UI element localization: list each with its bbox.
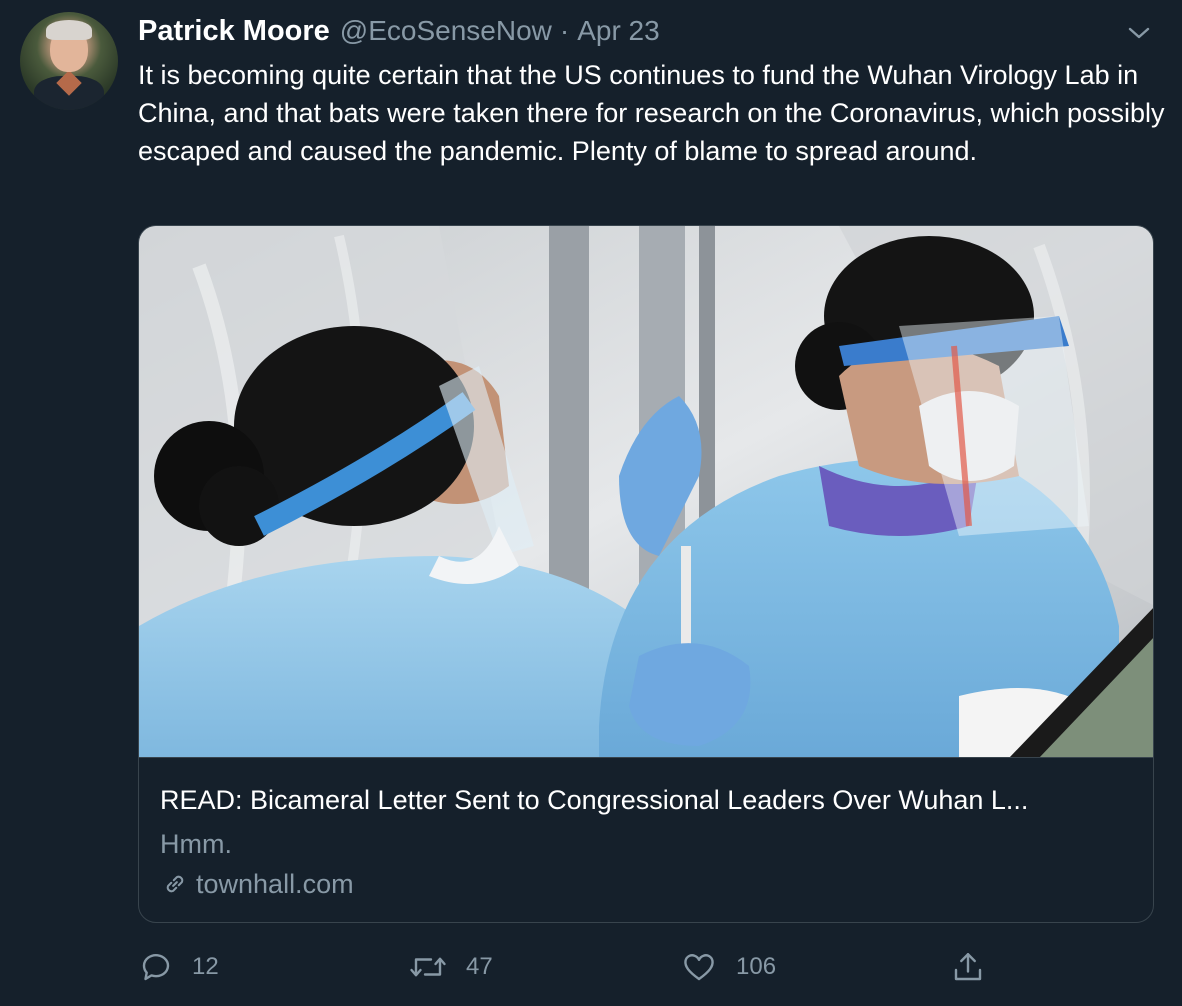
chevron-down-icon[interactable]	[1126, 20, 1152, 46]
retweet-count: 47	[466, 953, 493, 980]
share-icon	[954, 953, 982, 981]
tweet[interactable]: Patrick Moore @EcoSenseNow · Apr 23 It i…	[0, 0, 1182, 1006]
like-button[interactable]: 106	[680, 944, 776, 990]
like-icon	[684, 954, 714, 981]
reply-button[interactable]: 12	[138, 944, 219, 990]
author-name[interactable]: Patrick Moore	[138, 15, 330, 48]
action-bar: 12 47 106	[0, 944, 1182, 990]
tweet-header: Patrick Moore @EcoSenseNow · Apr 23	[138, 12, 660, 50]
card-domain[interactable]: townhall.com	[196, 866, 354, 902]
link-card[interactable]: READ: Bicameral Letter Sent to Congressi…	[138, 225, 1154, 923]
card-description: Hmm.	[160, 829, 232, 859]
retweet-button[interactable]: 47	[408, 944, 493, 990]
reply-icon	[142, 953, 170, 981]
avatar[interactable]	[20, 12, 118, 110]
retweet-icon	[410, 957, 446, 977]
share-button[interactable]	[950, 944, 1004, 990]
tweet-text: It is becoming quite certain that the US…	[138, 60, 1180, 166]
separator-dot: ·	[559, 15, 570, 46]
like-count: 106	[736, 953, 777, 980]
author-handle[interactable]: @EcoSenseNow	[340, 15, 552, 47]
tweet-date[interactable]: Apr 23	[577, 15, 660, 47]
card-image[interactable]	[139, 226, 1153, 758]
card-domain-row[interactable]: townhall.com	[160, 866, 354, 902]
health-workers-photo	[139, 226, 1153, 757]
reply-count: 12	[192, 953, 219, 980]
avatar-hair	[46, 20, 92, 40]
link-icon	[166, 875, 184, 893]
card-title[interactable]: READ: Bicameral Letter Sent to Congressi…	[160, 782, 1140, 818]
